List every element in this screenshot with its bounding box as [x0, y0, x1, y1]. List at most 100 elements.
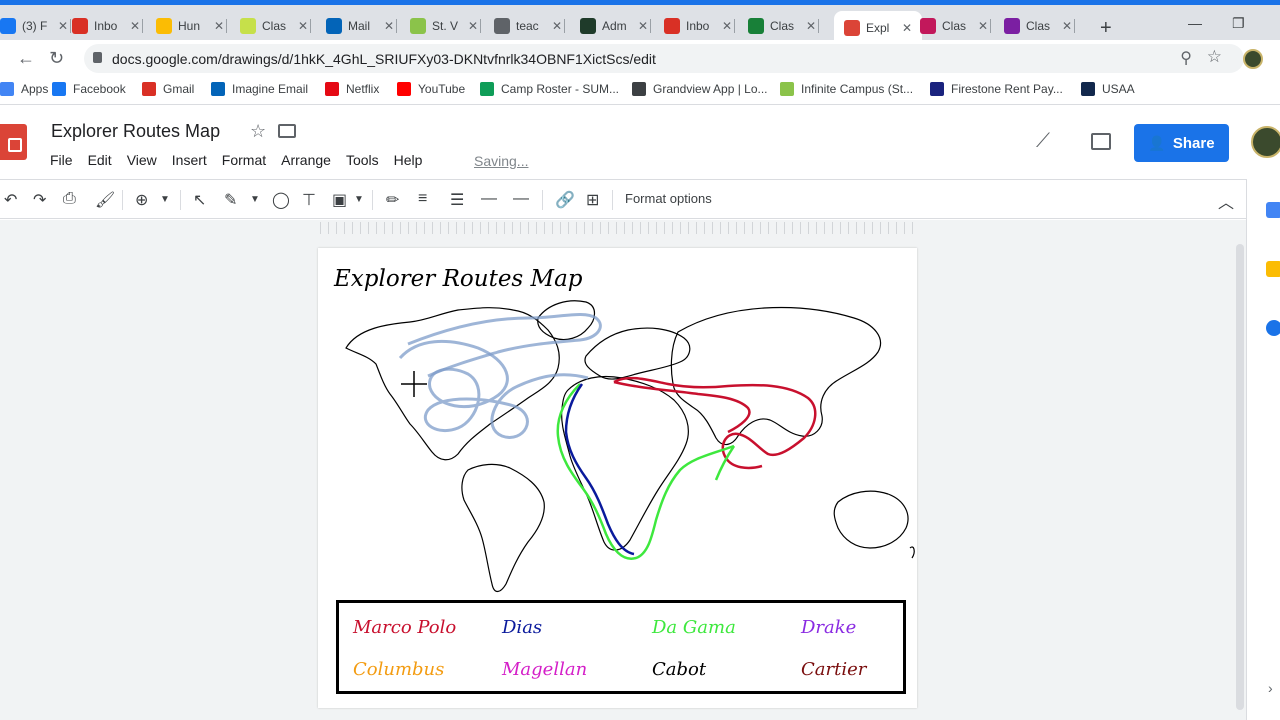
tab-close-icon[interactable]: ✕	[468, 19, 478, 33]
document-title[interactable]: Explorer Routes Map	[51, 121, 220, 142]
star-icon[interactable]: ☆	[250, 121, 266, 142]
bookmark-item[interactable]: USAA	[1081, 82, 1135, 96]
minimize-icon[interactable]: —	[1188, 15, 1202, 31]
expand-panel-icon[interactable]: ›	[1268, 680, 1273, 696]
tab-close-icon[interactable]: ✕	[298, 19, 308, 33]
line-tool-icon[interactable]: ✎	[224, 190, 237, 210]
text-box-icon[interactable]: ⊤	[302, 190, 316, 210]
redo-icon[interactable]: ↷	[33, 190, 46, 210]
legend-item-columbus[interactable]: Columbus	[353, 659, 444, 680]
move-folder-icon[interactable]	[278, 124, 296, 138]
keep-icon[interactable]	[1266, 261, 1280, 277]
add-comment-icon[interactable]: ⊞	[586, 190, 599, 210]
shape-icon[interactable]: ◯	[272, 190, 290, 210]
account-avatar[interactable]	[1251, 126, 1280, 158]
browser-tab[interactable]: Inbo ✕	[664, 11, 736, 40]
legend-item-da-gama[interactable]: Da Gama	[652, 617, 736, 638]
comments-icon[interactable]	[1091, 133, 1111, 150]
legend-item-dias[interactable]: Dias	[502, 617, 542, 638]
menu-item-format[interactable]: Format	[222, 152, 266, 168]
bookmark-item[interactable]: Apps	[0, 82, 48, 96]
drawing-title[interactable]: Explorer Routes Map	[334, 266, 583, 292]
browser-tab[interactable]: teac ✕	[494, 11, 566, 40]
tab-close-icon[interactable]: ✕	[552, 19, 562, 33]
omnibox[interactable]: docs.google.com/drawings/d/1hkK_4GhL_SRI…	[84, 44, 1244, 73]
bookmark-item[interactable]: Grandview App | Lo...	[632, 82, 768, 96]
menu-item-insert[interactable]: Insert	[172, 152, 207, 168]
tab-close-icon[interactable]: ✕	[58, 19, 68, 33]
zoom-icon[interactable]: ⚲	[1180, 48, 1192, 68]
browser-tab[interactable]: St. V ✕	[410, 11, 482, 40]
browser-tab[interactable]: Clas ✕	[748, 11, 820, 40]
legend-item-marco-polo[interactable]: Marco Polo	[353, 617, 456, 638]
bookmark-item[interactable]: YouTube	[397, 82, 465, 96]
activity-dashboard-icon[interactable]: ⟋	[1036, 130, 1050, 153]
tab-close-icon[interactable]: ✕	[214, 19, 224, 33]
tab-close-icon[interactable]: ✕	[978, 19, 988, 33]
tab-close-icon[interactable]: ✕	[806, 19, 816, 33]
browser-tab[interactable]: (3) F ✕	[0, 11, 72, 40]
tab-close-icon[interactable]: ✕	[638, 19, 648, 33]
legend-item-cartier[interactable]: Cartier	[801, 659, 866, 680]
calendar-icon[interactable]	[1266, 202, 1280, 218]
browser-tab[interactable]: Inbo ✕	[72, 11, 144, 40]
legend-item-drake[interactable]: Drake	[801, 617, 856, 638]
legend-box[interactable]: Marco Polo Dias Da Gama Drake Columbus M…	[336, 600, 906, 694]
bookmark-item[interactable]: Gmail	[142, 82, 194, 96]
url-text[interactable]: docs.google.com/drawings/d/1hkK_4GhL_SRI…	[112, 51, 656, 67]
new-tab-button[interactable]: +	[1100, 17, 1112, 40]
browser-tab[interactable]: Clas ✕	[1004, 11, 1076, 40]
menu-item-file[interactable]: File	[50, 152, 73, 168]
tab-close-icon[interactable]: ✕	[384, 19, 394, 33]
line-weight-icon[interactable]: ≡	[418, 190, 427, 208]
share-button[interactable]: 👤 Share	[1134, 124, 1229, 162]
legend-item-cabot[interactable]: Cabot	[652, 659, 706, 680]
image-dropdown-icon[interactable]: ▼	[354, 194, 364, 205]
browser-tab[interactable]: Clas ✕	[920, 11, 992, 40]
profile-avatar[interactable]	[1243, 49, 1263, 69]
bookmark-item[interactable]: Netflix	[325, 82, 379, 96]
tasks-icon[interactable]	[1266, 320, 1280, 336]
reload-icon[interactable]: ↻	[49, 48, 64, 69]
drawings-logo-icon[interactable]	[0, 124, 27, 160]
bookmark-item[interactable]: Firestone Rent Pay...	[930, 82, 1063, 96]
back-icon[interactable]: ←	[17, 48, 35, 69]
menu-item-arrange[interactable]: Arrange	[281, 152, 331, 168]
drawing-page[interactable]: Explorer Routes Map Marco Polo Dias Da G…	[318, 248, 917, 708]
browser-tab[interactable]: Mail ✕	[326, 11, 398, 40]
tab-close-icon[interactable]: ✕	[722, 19, 732, 33]
paint-format-icon[interactable]: 🖌	[95, 190, 115, 210]
bookmark-item[interactable]: Facebook	[52, 82, 126, 96]
line-start-icon[interactable]: —	[481, 190, 497, 208]
tab-close-icon[interactable]: ✕	[130, 19, 140, 33]
line-dropdown-icon[interactable]: ▼	[250, 194, 260, 205]
zoom-icon[interactable]: ⊕	[135, 190, 148, 210]
format-options-button[interactable]: Format options	[625, 191, 712, 206]
bookmark-item[interactable]: Imagine Email	[211, 82, 308, 96]
undo-icon[interactable]: ↶	[4, 190, 17, 210]
zoom-dropdown-icon[interactable]: ▼	[160, 194, 170, 205]
line-end-icon[interactable]: —	[513, 190, 529, 208]
collapse-menus-icon[interactable]: ︿	[1218, 189, 1234, 213]
vertical-scrollbar[interactable]	[1236, 244, 1244, 710]
menu-item-help[interactable]: Help	[394, 152, 423, 168]
line-color-icon[interactable]: ✏	[386, 190, 399, 210]
select-arrow-icon[interactable]: ↖	[193, 190, 206, 210]
line-dash-icon[interactable]: ☰	[450, 190, 464, 210]
print-icon[interactable]: ⎙	[63, 190, 76, 208]
image-icon[interactable]: ▣	[332, 190, 347, 210]
menu-item-view[interactable]: View	[127, 152, 157, 168]
bookmark-item[interactable]: Camp Roster - SUM...	[480, 82, 619, 96]
tab-close-icon[interactable]: ✕	[1062, 19, 1072, 33]
restore-icon[interactable]: ❐	[1232, 15, 1245, 32]
browser-tab[interactable]: Clas ✕	[240, 11, 312, 40]
insert-link-icon[interactable]: 🔗	[555, 190, 575, 210]
browser-tab[interactable]: Hun ✕	[156, 11, 228, 40]
menu-item-tools[interactable]: Tools	[346, 152, 379, 168]
bookmark-item[interactable]: Infinite Campus (St...	[780, 82, 913, 96]
legend-item-magellan[interactable]: Magellan	[502, 659, 587, 680]
tab-close-icon[interactable]: ✕	[902, 21, 912, 35]
bookmark-star-icon[interactable]: ☆	[1207, 47, 1222, 67]
browser-tab[interactable]: Adm ✕	[580, 11, 652, 40]
saving-status[interactable]: Saving...	[474, 153, 528, 169]
